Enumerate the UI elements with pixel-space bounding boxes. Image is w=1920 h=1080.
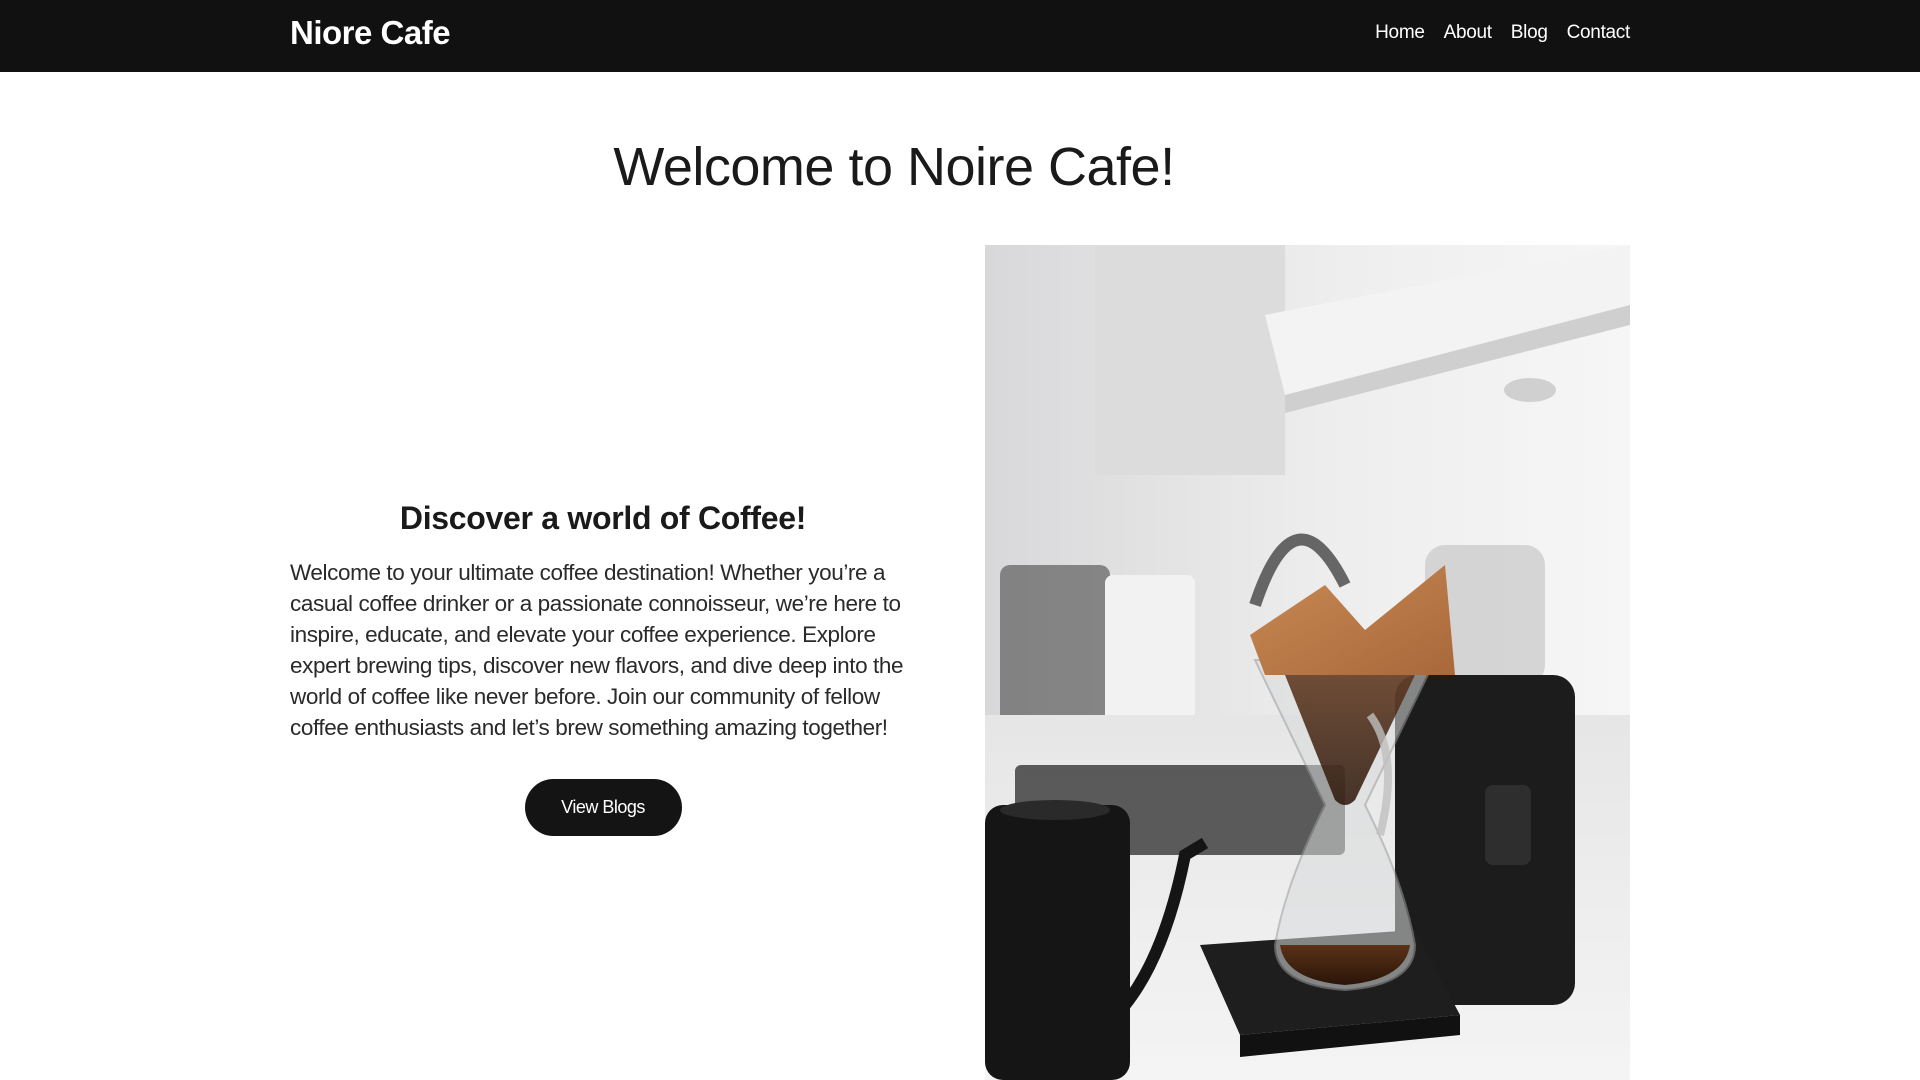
intro-heading: Discover a world of Coffee! [399,500,807,536]
nav-link-about[interactable]: About [1444,22,1492,44]
page-title: Welcome to Noire Cafe! [613,137,1175,197]
coffee-pour-over-photo [985,245,1630,1080]
intro-paragraph: Welcome to your ultimate coffee destinat… [290,560,904,740]
site-logo[interactable]: Niore Cafe [290,14,451,52]
intro-section: Discover a world of Coffee! Welcome to y… [290,500,916,836]
nav-link-contact[interactable]: Contact [1567,22,1631,44]
view-blogs-button[interactable]: View Blogs [524,779,682,836]
top-navbar: Niore Cafe Home About Blog Contact [0,0,1920,72]
main-nav: Home About Blog Contact [1375,22,1630,44]
coffee-photo-illustration [985,245,1630,1080]
nav-link-home[interactable]: Home [1375,22,1425,44]
nav-link-blog[interactable]: Blog [1511,22,1548,44]
